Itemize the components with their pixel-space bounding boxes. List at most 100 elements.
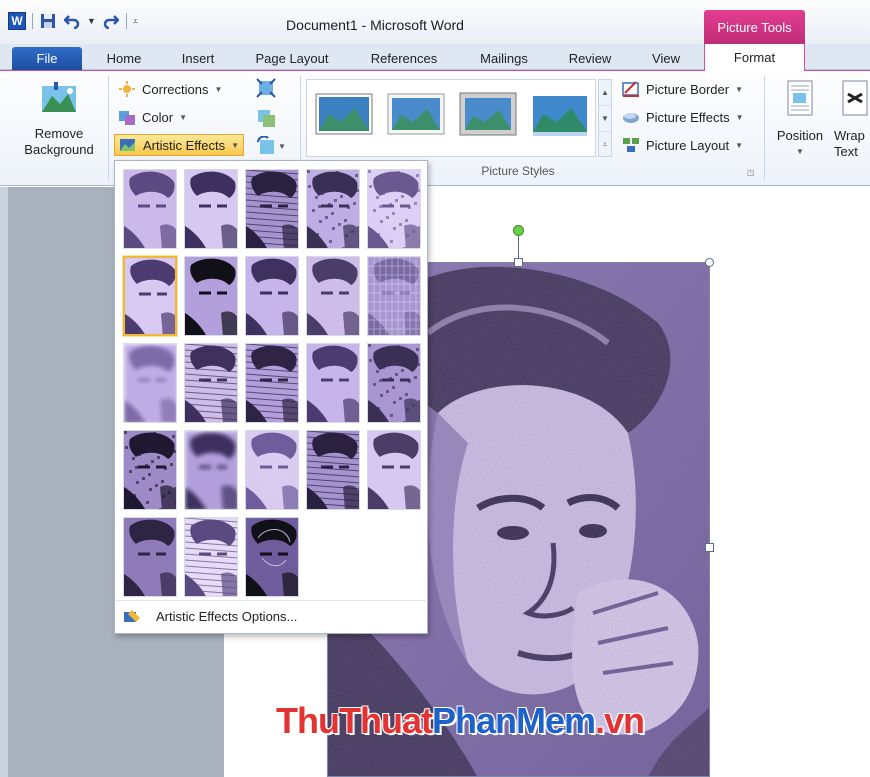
rotation-handle[interactable] bbox=[513, 225, 524, 236]
resize-handle-right[interactable] bbox=[705, 543, 714, 552]
sun-icon bbox=[119, 81, 135, 97]
picture-style-thumb[interactable] bbox=[387, 90, 445, 138]
scroll-up-icon[interactable]: ▲ bbox=[599, 80, 611, 106]
watermark-part-3: .vn bbox=[595, 700, 645, 741]
redo-icon[interactable] bbox=[102, 12, 120, 30]
artistic-effect-thumbnail[interactable] bbox=[123, 343, 177, 423]
left-ruler-strip bbox=[0, 187, 8, 777]
artistic-effect-thumbnail[interactable] bbox=[367, 256, 421, 336]
chevron-down-icon: ▼ bbox=[735, 140, 744, 150]
resize-handle-top-right[interactable] bbox=[705, 258, 714, 267]
artistic-effect-thumbnail[interactable] bbox=[184, 517, 238, 597]
tab-view[interactable]: View bbox=[640, 47, 692, 70]
watermark-text: ThuThuatPhanMem.vn bbox=[276, 700, 645, 742]
artistic-effect-thumbnail[interactable] bbox=[123, 430, 177, 510]
wrap-text-button[interactable]: Wrap Text bbox=[834, 80, 870, 160]
artistic-effect-thumbnail[interactable] bbox=[123, 169, 177, 249]
color-button[interactable]: Color ▼ bbox=[114, 106, 191, 128]
picture-tools-header: Picture Tools bbox=[704, 10, 805, 44]
picture-style-thumb[interactable] bbox=[531, 90, 589, 138]
resize-handle-top[interactable] bbox=[514, 258, 523, 267]
artistic-effects-options-label: Artistic Effects Options... bbox=[156, 609, 298, 624]
remove-background-label-1: Remove bbox=[34, 126, 84, 141]
artistic-effect-thumbnail[interactable] bbox=[245, 343, 299, 423]
picture-style-thumb[interactable] bbox=[315, 90, 373, 138]
tab-mailings[interactable]: Mailings bbox=[468, 47, 540, 70]
watermark-part-1: ThuThuat bbox=[276, 700, 433, 741]
qat-separator-2 bbox=[125, 13, 127, 29]
picture-border-button[interactable]: Picture Border ▼ bbox=[618, 78, 747, 100]
remove-background-icon bbox=[14, 82, 104, 120]
artistic-effect-thumbnail[interactable] bbox=[184, 430, 238, 510]
color-icon bbox=[119, 111, 135, 125]
artistic-effect-thumbnail[interactable] bbox=[245, 169, 299, 249]
tab-insert[interactable]: Insert bbox=[170, 47, 226, 70]
position-button[interactable]: Position ▼ bbox=[770, 80, 830, 160]
artistic-effect-thumbnail[interactable] bbox=[245, 256, 299, 336]
watermark-part-2: PhanMem bbox=[431, 700, 596, 741]
artistic-effect-thumbnail[interactable] bbox=[367, 343, 421, 423]
chevron-down-icon: ▼ bbox=[735, 84, 744, 94]
word-app-icon[interactable]: W bbox=[8, 12, 26, 30]
picture-border-label: Picture Border bbox=[646, 81, 730, 97]
corrections-button[interactable]: Corrections ▼ bbox=[114, 78, 226, 100]
artistic-effect-thumbnail[interactable] bbox=[184, 169, 238, 249]
tab-file[interactable]: File bbox=[12, 47, 82, 70]
position-icon bbox=[770, 80, 830, 122]
artistic-effect-thumbnail[interactable] bbox=[123, 517, 177, 597]
artistic-effect-thumbnail[interactable] bbox=[306, 343, 360, 423]
picture-style-thumb[interactable] bbox=[459, 90, 517, 138]
artistic-effect-thumbnail[interactable] bbox=[184, 343, 238, 423]
chevron-down-icon: ▼ bbox=[179, 112, 187, 122]
more-icon[interactable]: ⩡ bbox=[599, 132, 611, 158]
group-separator bbox=[108, 76, 109, 180]
chevron-down-icon: ▼ bbox=[214, 84, 223, 94]
wrap-text-label-1: Wrap bbox=[834, 128, 865, 143]
picture-effects-button[interactable]: Picture Effects ▼ bbox=[618, 106, 748, 128]
tab-review[interactable]: Review bbox=[560, 47, 620, 70]
customize-icon[interactable]: ⩡ bbox=[133, 16, 138, 27]
artistic-effects-button[interactable]: Artistic Effects ▼ bbox=[114, 134, 245, 156]
picture-styles-gallery bbox=[306, 79, 596, 157]
artistic-effect-thumbnail[interactable] bbox=[184, 256, 238, 336]
tab-references[interactable]: References bbox=[360, 47, 448, 70]
reset-picture-icon[interactable]: ▼ bbox=[256, 136, 286, 156]
artistic-effect-thumbnail[interactable] bbox=[245, 430, 299, 510]
artistic-effects-options-item[interactable]: Artistic Effects Options... bbox=[116, 600, 426, 632]
artistic-effects-label: Artistic Effects bbox=[143, 137, 226, 153]
remove-background-label-2: Background bbox=[24, 142, 94, 157]
artistic-effect-thumbnail[interactable] bbox=[367, 169, 421, 249]
tab-page-layout[interactable]: Page Layout bbox=[248, 47, 336, 70]
change-picture-icon[interactable] bbox=[256, 108, 276, 131]
artistic-effect-thumbnail[interactable] bbox=[306, 430, 360, 510]
artistic-effect-thumbnail[interactable] bbox=[306, 256, 360, 336]
styles-gallery-scroll[interactable]: ▲ ▼ ⩡ bbox=[598, 79, 612, 157]
color-label: Color bbox=[142, 109, 174, 125]
qat-separator bbox=[32, 13, 33, 29]
dialog-launcher-icon[interactable]: ◳ bbox=[747, 168, 755, 177]
undo-dropdown-icon[interactable]: ▼ bbox=[87, 16, 96, 26]
title-bar: W ▼ ⩡ Document1 - Microsoft Word Picture… bbox=[0, 0, 870, 44]
picture-layout-button[interactable]: Picture Layout ▼ bbox=[618, 134, 747, 156]
tab-home[interactable]: Home bbox=[96, 47, 152, 70]
quick-access-toolbar: W ▼ ⩡ bbox=[8, 11, 138, 31]
picture-tools-label: Picture Tools bbox=[717, 20, 792, 35]
undo-icon[interactable] bbox=[63, 12, 81, 30]
artistic-effects-gallery bbox=[121, 167, 421, 599]
artistic-effect-thumbnail[interactable] bbox=[123, 256, 177, 336]
picture-layout-label: Picture Layout bbox=[646, 137, 730, 153]
picture-border-icon bbox=[622, 81, 639, 97]
word-window: { "window": { "doc_title": "Document1 - … bbox=[0, 0, 870, 777]
artistic-effect-thumbnail[interactable] bbox=[306, 169, 360, 249]
corrections-label: Corrections bbox=[142, 81, 209, 97]
artistic-effect-thumbnail[interactable] bbox=[245, 517, 299, 597]
scroll-down-icon[interactable]: ▼ bbox=[599, 106, 611, 132]
artistic-effect-thumbnail[interactable] bbox=[367, 430, 421, 510]
wrap-text-icon bbox=[840, 80, 870, 122]
save-icon[interactable] bbox=[39, 12, 57, 30]
picture-effects-label: Picture Effects bbox=[646, 109, 730, 125]
remove-background-button[interactable]: Remove Background bbox=[14, 82, 104, 158]
compress-pictures-icon[interactable] bbox=[256, 78, 276, 101]
effects-options-icon bbox=[124, 609, 140, 622]
tab-format[interactable]: Format bbox=[704, 44, 805, 71]
